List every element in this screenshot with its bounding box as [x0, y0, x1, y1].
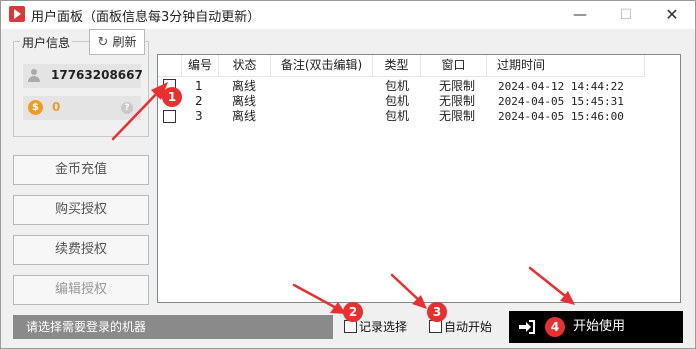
row-id: 1	[195, 79, 203, 93]
auto-start-label: 自动开始	[444, 320, 493, 334]
minimize-button[interactable]: —	[557, 1, 603, 29]
annotation-badge: 4	[545, 317, 565, 337]
checkbox-box[interactable]	[344, 320, 357, 333]
row-window: 无限制	[439, 79, 476, 93]
row-window: 无限制	[439, 109, 476, 123]
help-icon[interactable]: ?	[121, 102, 133, 114]
user-info-group	[13, 41, 149, 137]
annotation-badge: 2	[343, 302, 363, 322]
remember-selection-label: 记录选择	[359, 320, 408, 334]
buy-license-button[interactable]: 购买授权	[13, 195, 149, 225]
row-status: 离线	[232, 109, 257, 123]
refresh-label: 刷新	[112, 35, 137, 49]
column-header[interactable]: 备注(双击编辑)	[271, 55, 373, 77]
user-icon	[28, 69, 40, 82]
renew-license-button[interactable]: 续费授权	[13, 235, 149, 265]
user-panel-window: 用户面板（面板信息每3分钟自动更新） — ☐ ✕ 用户信息 ↻ 刷新 177632…	[0, 0, 696, 349]
row-type: 包机	[385, 94, 410, 108]
status-bar: 请选择需要登录的机器	[13, 315, 333, 339]
maximize-button[interactable]: ☐	[603, 1, 649, 29]
coin-balance-row: $ 0 ?	[23, 96, 141, 120]
recharge-button[interactable]: 金币充值	[13, 155, 149, 185]
coin-icon: $	[28, 100, 43, 115]
row-expires: 2024-04-12 14:44:22	[498, 80, 624, 93]
refresh-icon: ↻	[97, 35, 109, 50]
column-header[interactable]: 过期时间	[487, 55, 645, 77]
user-phone: 17763208667	[51, 68, 143, 82]
column-header[interactable]: 窗口	[421, 55, 487, 77]
row-checkbox[interactable]	[163, 110, 176, 123]
column-header[interactable]: 状态	[219, 55, 271, 77]
window-title: 用户面板（面板信息每3分钟自动更新）	[31, 10, 261, 25]
annotation-badge: 3	[427, 302, 447, 322]
title-bar: 用户面板（面板信息每3分钟自动更新） — ☐ ✕	[1, 1, 695, 29]
column-header[interactable]: 类型	[373, 55, 421, 77]
row-status: 离线	[232, 79, 257, 93]
row-type: 包机	[385, 109, 410, 123]
row-id: 3	[195, 109, 203, 123]
start-button[interactable]: 开始使用	[509, 311, 683, 343]
row-window: 无限制	[439, 94, 476, 108]
user-info-legend: 用户信息	[20, 34, 73, 51]
select-column-header	[158, 55, 182, 77]
start-button-label: 开始使用	[573, 319, 626, 334]
user-account-row: 17763208667	[23, 64, 143, 88]
annotation-badge: 1	[162, 87, 182, 107]
coin-balance: 0	[52, 100, 61, 114]
machine-table: 编号 状态 备注(双击编辑) 类型 窗口 过期时间 1 离线 包机 无限制 20…	[157, 54, 681, 303]
column-header[interactable]: 编号	[182, 55, 219, 77]
refresh-button[interactable]: ↻ 刷新	[89, 29, 145, 55]
app-logo-icon	[9, 6, 25, 22]
row-expires: 2024-04-05 15:45:31	[498, 95, 624, 108]
row-type: 包机	[385, 79, 410, 93]
login-icon	[519, 320, 535, 334]
row-expires: 2024-04-05 15:46:00	[498, 110, 624, 123]
close-button[interactable]: ✕	[649, 1, 695, 29]
row-status: 离线	[232, 94, 257, 108]
edit-license-button[interactable]: 编辑授权	[13, 275, 149, 305]
row-id: 2	[195, 94, 203, 108]
